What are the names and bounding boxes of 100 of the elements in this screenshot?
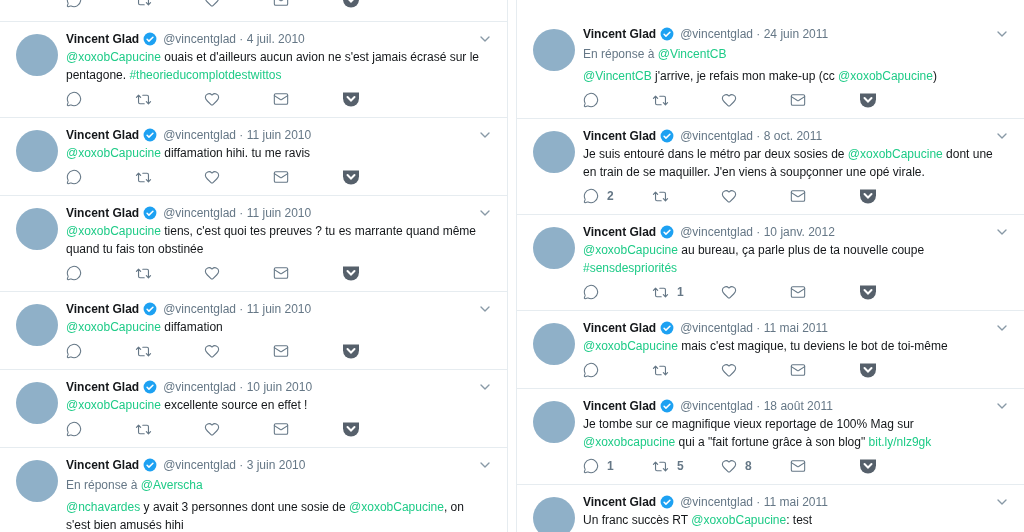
retweet-count: 1 xyxy=(677,284,684,301)
tweet-text: @xoxobCapucine diffamation xyxy=(66,319,224,336)
reply-count: 1 xyxy=(607,458,614,475)
message-icon[interactable] xyxy=(790,188,806,204)
tweet-text: @xoxobCapucine tiens, c'est quoi tes preuves ? tu es marrante quand même quand tu fais ton obstinée xyxy=(66,223,478,258)
like-icon[interactable] xyxy=(721,92,737,108)
tweet-meta: @vincentglad · 11 mai 2011 xyxy=(680,494,828,511)
message-icon[interactable] xyxy=(273,421,289,437)
tweet-text: @xoxobCapucine mais c'est magique, tu deviens le bot de toi-même xyxy=(583,338,949,355)
reply-icon[interactable] xyxy=(583,92,599,108)
message-icon[interactable] xyxy=(273,91,289,107)
avatar[interactable] xyxy=(16,130,58,172)
hashtag-link[interactable]: #theorieducomplotdestwittos xyxy=(129,68,282,82)
message-icon[interactable] xyxy=(273,265,289,281)
reply-handle-link[interactable]: @Averscha xyxy=(140,478,203,492)
tweet-text: Je suis entouré dans le métro par deux sosies de @xoxobCapucine dont une en train de se maquiller. J'en viens à soupçonner une opé virale. xyxy=(583,146,994,181)
save-shield-icon[interactable] xyxy=(342,421,360,437)
user-name[interactable]: Vincent Glad xyxy=(66,456,140,474)
verified-badge-icon xyxy=(660,399,675,413)
mention-link[interactable]: @xoxobCapucine xyxy=(349,500,444,514)
user-name[interactable]: Vincent Glad xyxy=(66,126,140,144)
mention-link[interactable]: @xoxobCapucine xyxy=(66,224,161,238)
save-shield-icon[interactable] xyxy=(342,91,360,107)
mention-link[interactable]: @xoxobCapucine xyxy=(583,243,678,257)
mention-link[interactable]: @VincentCB xyxy=(583,69,652,83)
save-shield-icon[interactable] xyxy=(859,458,877,474)
user-name[interactable]: Vincent Glad xyxy=(583,397,657,415)
avatar[interactable] xyxy=(16,208,58,250)
save-shield-icon[interactable] xyxy=(859,92,877,108)
avatar[interactable] xyxy=(533,29,575,71)
avatar[interactable] xyxy=(533,323,575,365)
mention-link[interactable]: @xoxobCapucine xyxy=(838,69,933,83)
user-name[interactable]: Vincent Glad xyxy=(583,25,657,43)
user-name[interactable]: Vincent Glad xyxy=(66,30,140,48)
verified-badge-icon xyxy=(660,495,675,509)
tweet-meta: @vincentglad · 11 mai 2011 xyxy=(680,320,828,337)
save-shield-icon[interactable] xyxy=(342,343,360,359)
reply-handle-link[interactable]: @VincentCB xyxy=(657,47,727,61)
mention-link[interactable]: @xoxobCapucine xyxy=(66,50,161,64)
mention-link[interactable]: @xoxobCapucine xyxy=(66,398,161,412)
user-name[interactable]: Vincent Glad xyxy=(66,300,140,318)
like-icon[interactable] xyxy=(204,169,220,185)
mention-link[interactable]: @xoxobCapucine xyxy=(847,147,943,161)
save-shield-icon[interactable] xyxy=(859,284,877,300)
reply-icon[interactable] xyxy=(66,265,82,281)
url-link[interactable]: bit.ly/nlz9gk xyxy=(868,435,932,449)
tweet-meta: @vincentglad · 10 juin 2010 xyxy=(163,379,313,396)
message-icon[interactable] xyxy=(790,92,806,108)
mention-link[interactable]: @xoxobCapucine xyxy=(66,146,161,160)
reply-icon[interactable] xyxy=(66,91,82,107)
mention-link[interactable]: @xoxobCapucine xyxy=(66,320,161,334)
tweet-text: Je tombe sur ce magnifique vieux reportage de 100% Mag sur @xoxobcapucine qui a "fait fortune grâce à son blog" bit.ly/nlz9gk xyxy=(583,416,933,451)
like-icon[interactable] xyxy=(204,343,220,359)
user-name[interactable]: Vincent Glad xyxy=(583,493,657,511)
save-shield-icon[interactable] xyxy=(859,362,877,378)
avatar[interactable] xyxy=(533,227,575,269)
mention-link[interactable]: @nchavardes xyxy=(66,500,141,514)
mention-link[interactable]: @xoxobCapucine xyxy=(583,339,678,353)
reply-icon[interactable] xyxy=(583,284,599,300)
like-icon[interactable] xyxy=(204,421,220,437)
avatar[interactable] xyxy=(16,382,58,424)
message-icon[interactable] xyxy=(790,458,806,474)
message-icon[interactable] xyxy=(273,169,289,185)
tweet-meta: @vincentglad · 10 janv. 2012 xyxy=(680,224,835,241)
like-icon[interactable] xyxy=(721,362,737,378)
like-icon[interactable] xyxy=(721,188,737,204)
reply-icon[interactable] xyxy=(583,458,599,474)
mention-link[interactable]: @xoxobcapucine xyxy=(583,435,676,449)
tweet-meta: @vincentglad · 11 juin 2010 xyxy=(163,127,312,144)
reply-icon[interactable] xyxy=(66,169,82,185)
avatar[interactable] xyxy=(533,401,575,443)
avatar[interactable] xyxy=(16,304,58,346)
save-shield-icon[interactable] xyxy=(859,188,877,204)
tweet-text: @nchavardes y avait 3 personnes dont une sosie de @xoxobCapucine, on s'est bien amusés hihi xyxy=(66,499,465,532)
tweet-text: @VincentCB j'arrive, je refais mon make-up (cc @xoxobCapucine) xyxy=(583,68,938,85)
tweet-meta: @vincentglad · 11 juin 2010 xyxy=(163,205,312,222)
message-icon[interactable] xyxy=(790,284,806,300)
like-icon[interactable] xyxy=(204,265,220,281)
message-icon[interactable] xyxy=(273,343,289,359)
like-icon[interactable] xyxy=(204,91,220,107)
tweet-text: @xoxobCapucine excellente source en effet ! xyxy=(66,397,309,414)
hashtag-link[interactable]: #sensdespriorités xyxy=(583,261,678,275)
reply-icon[interactable] xyxy=(66,421,82,437)
save-shield-icon[interactable] xyxy=(342,169,360,185)
like-icon[interactable] xyxy=(721,458,737,474)
like-icon[interactable] xyxy=(721,284,737,300)
avatar[interactable] xyxy=(16,34,58,76)
avatar[interactable] xyxy=(16,460,58,502)
user-name[interactable]: Vincent Glad xyxy=(583,319,657,337)
user-name[interactable]: Vincent Glad xyxy=(66,378,140,396)
reply-icon[interactable] xyxy=(66,343,82,359)
avatar[interactable] xyxy=(533,131,575,173)
user-name[interactable]: Vincent Glad xyxy=(66,204,140,222)
user-name[interactable]: Vincent Glad xyxy=(583,223,657,241)
message-icon[interactable] xyxy=(790,362,806,378)
save-shield-icon[interactable] xyxy=(342,265,360,281)
user-name[interactable]: Vincent Glad xyxy=(583,127,657,145)
reply-icon[interactable] xyxy=(583,188,599,204)
reply-icon[interactable] xyxy=(583,362,599,378)
avatar[interactable] xyxy=(533,497,575,532)
